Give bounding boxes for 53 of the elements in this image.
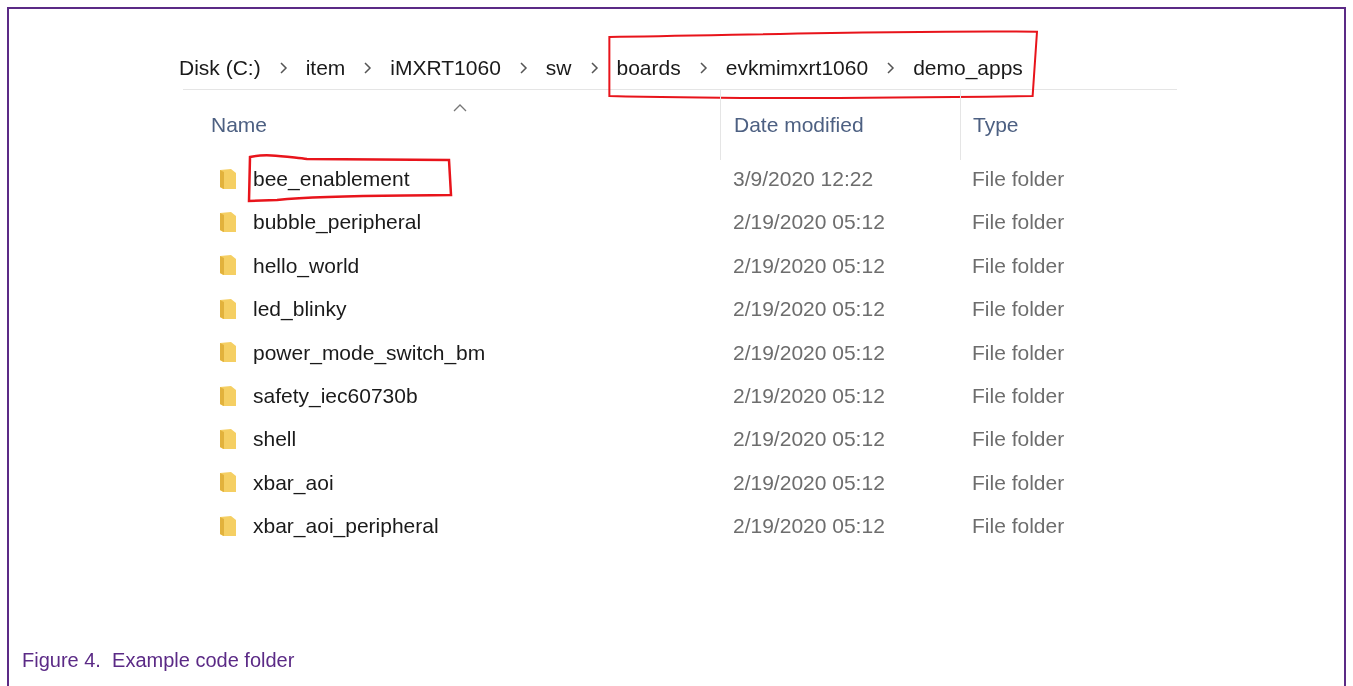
figure-caption: Figure 4. Example code folder bbox=[22, 648, 295, 673]
date-cell-text: 2/19/2020 05:12 bbox=[732, 426, 886, 453]
chevron-icon bbox=[363, 61, 373, 75]
date-cell-text: 2/19/2020 05:12 bbox=[732, 382, 886, 409]
folder-name[interactable]: bubble_peripheral bbox=[253, 210, 422, 234]
type-cell-text: File folder bbox=[971, 296, 1065, 323]
folder-name[interactable]: led_blinky bbox=[253, 297, 347, 321]
folder-icon bbox=[219, 211, 237, 234]
date-cell-text: 2/19/2020 05:12 bbox=[732, 513, 886, 540]
type-cell-text: File folder bbox=[971, 513, 1065, 540]
date-cell-text: 2/19/2020 05:12 bbox=[732, 339, 886, 366]
breadcrumb-item[interactable]: boards bbox=[616, 52, 681, 84]
breadcrumb-item[interactable]: demo_apps bbox=[913, 52, 1023, 84]
folder-icon bbox=[219, 167, 237, 190]
folder-icon bbox=[219, 471, 237, 494]
type-cell-text: File folder bbox=[971, 339, 1065, 366]
breadcrumb-item[interactable]: item bbox=[305, 52, 346, 84]
chevron-icon bbox=[698, 61, 708, 75]
date-cell-text: 2/19/2020 05:12 bbox=[732, 469, 886, 496]
chevron-icon bbox=[886, 61, 896, 75]
chevron-icon bbox=[278, 61, 288, 75]
chevron-icon bbox=[589, 61, 599, 75]
folder-icon bbox=[219, 514, 237, 537]
folder-name[interactable]: safety_iec60730b bbox=[253, 383, 418, 407]
folder-icon bbox=[219, 384, 237, 407]
type-cell-text: File folder bbox=[971, 209, 1065, 236]
folder-name[interactable]: xbar_aoi_peripheral bbox=[253, 514, 439, 538]
folder-name[interactable]: shell bbox=[253, 427, 297, 451]
folder-name[interactable]: hello_world bbox=[253, 253, 360, 277]
folder-name[interactable]: xbar_aoi bbox=[253, 470, 334, 494]
breadcrumb-item[interactable]: Disk (C:) bbox=[179, 52, 261, 84]
folder-icon bbox=[219, 254, 237, 277]
type-cell-text: File folder bbox=[971, 426, 1065, 453]
column-header[interactable]: Name bbox=[211, 109, 268, 141]
date-cell-text: 2/19/2020 05:12 bbox=[732, 296, 886, 323]
column-header[interactable]: Date modified bbox=[734, 109, 864, 141]
sort-caret-icon bbox=[453, 104, 467, 112]
folder-name[interactable]: power_mode_switch_bm bbox=[253, 340, 486, 364]
type-cell-text: File folder bbox=[971, 165, 1065, 192]
folder-icon bbox=[219, 341, 237, 364]
type-cell-text: File folder bbox=[971, 382, 1065, 409]
folder-icon bbox=[219, 428, 237, 451]
breadcrumb-item[interactable]: sw bbox=[545, 52, 572, 84]
date-cell-text: 2/19/2020 05:12 bbox=[732, 209, 886, 236]
column-header[interactable]: Type bbox=[973, 109, 1019, 141]
folder-icon bbox=[219, 297, 237, 320]
type-cell-text: File folder bbox=[971, 469, 1065, 496]
date-cell-text: 2/19/2020 05:12 bbox=[732, 252, 886, 279]
chevron-icon bbox=[518, 61, 528, 75]
type-cell-text: File folder bbox=[971, 252, 1065, 279]
breadcrumb-item[interactable]: evkmimxrt1060 bbox=[725, 52, 869, 84]
breadcrumb-item[interactable]: iMXRT1060 bbox=[390, 52, 501, 84]
date-cell-text: 3/9/2020 12:22 bbox=[732, 165, 875, 192]
